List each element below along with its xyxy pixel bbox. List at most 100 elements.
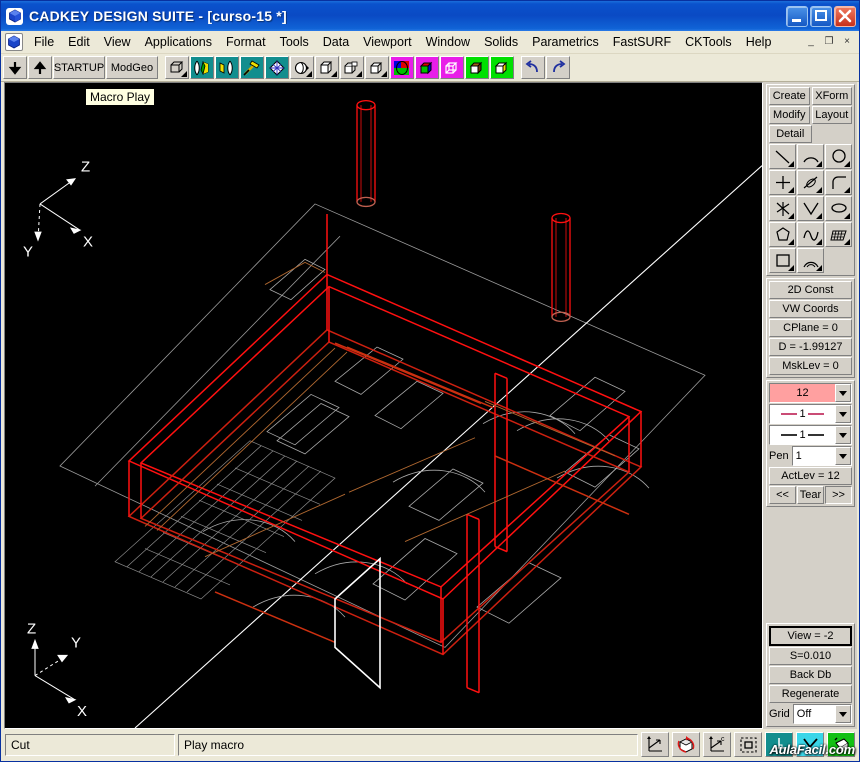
hammer-tools-button[interactable] [240,56,264,79]
undo-button[interactable] [521,56,545,79]
menu-solids[interactable]: Solids [477,32,525,52]
xform-button[interactable]: XForm [812,87,853,105]
chevron-down-icon[interactable] [835,384,851,402]
chevron-down-icon[interactable] [835,405,851,423]
fillet-tool[interactable] [797,170,824,195]
wireframe-box-button[interactable] [165,56,189,79]
detail-button[interactable]: Detail [769,125,812,143]
menu-fastsurf[interactable]: FastSURF [606,32,678,52]
status-bar: Cut Play macro [1,729,859,761]
render-box-button[interactable] [340,56,364,79]
hidden-line-solid-button[interactable] [215,56,239,79]
snap-button[interactable] [796,732,824,757]
create-button[interactable]: Create [769,87,810,105]
line-sample-icon [808,431,824,439]
iso-cube-button[interactable] [315,56,339,79]
startup-button[interactable]: STARTUP [53,56,105,79]
menu-format[interactable]: Format [219,32,273,52]
ellipse-tool[interactable] [825,196,852,221]
masklevel-button[interactable]: MskLev = 0 [769,357,852,375]
regenerate-button[interactable]: Regenerate [769,685,852,703]
line-tool[interactable] [769,144,796,169]
svg-text:X: X [77,703,87,720]
chevron-down-icon [181,71,187,77]
arc-tool[interactable] [797,144,824,169]
chevron-down-icon[interactable] [835,447,851,465]
menu-view[interactable]: View [97,32,138,52]
cplane-button[interactable]: CPlane = 0 [769,319,852,337]
grid-combo-value: Off [794,705,835,723]
close-button[interactable] [834,6,856,27]
color-combo[interactable]: 12 [769,383,852,403]
view-coords-button[interactable]: VW Coords [769,300,852,318]
active-level-button[interactable]: ActLev = 12 [769,467,852,485]
chevron-down-icon [816,161,822,167]
trim-tool[interactable] [769,196,796,221]
tear-button[interactable]: Tear [797,486,824,504]
minimize-button[interactable] [786,6,808,27]
rotate-entity-button[interactable] [672,732,700,757]
chevron-down-icon [788,239,794,245]
construction-plane-button[interactable]: c [703,732,731,757]
menu-viewport[interactable]: Viewport [356,32,418,52]
mesh-tool[interactable] [825,222,852,247]
mesh-diamond-button[interactable] [265,56,289,79]
rotate-sphere-button[interactable] [290,56,314,79]
color-combo-value: 12 [770,384,835,402]
circle-tool[interactable] [825,144,852,169]
wire-cube-button[interactable] [440,56,464,79]
menu-cktools[interactable]: CKTools [678,32,739,52]
layout-button[interactable]: Layout [812,106,853,124]
mdi-minimize-button[interactable]: _ [803,35,819,50]
menu-data[interactable]: Data [316,32,356,52]
attributes-group: 12 1 1 [766,380,855,507]
menu-window[interactable]: Window [419,32,477,52]
linewidth-combo[interactable]: 1 [769,425,852,445]
cad-drawing-area[interactable]: Z X Y Z Y X Macro Play [4,82,763,729]
scale-button[interactable]: S=0.010 [769,647,852,665]
macro-record-button[interactable] [28,56,52,79]
construction-mode-button[interactable]: 2D Const [769,281,852,299]
grid-combo[interactable]: Off [793,704,852,724]
tear-next-button[interactable]: >> [825,486,852,504]
modgeo-button[interactable]: ModGeo [106,56,158,79]
color-cube-button[interactable] [415,56,439,79]
menu-file[interactable]: File [27,32,61,52]
depth-button[interactable]: D = -1.99127 [769,338,852,356]
mdi-close-button[interactable]: × [839,35,855,50]
back-db-button[interactable]: Back Db [769,666,852,684]
menu-applications[interactable]: Applications [138,32,219,52]
conic-tool[interactable] [797,248,824,273]
modify-button[interactable]: Modify [769,106,810,124]
spline-tool[interactable] [797,222,824,247]
paint-button[interactable] [827,732,855,757]
polygon-tool[interactable] [769,222,796,247]
mdi-restore-button[interactable]: ❐ [821,35,837,50]
menu-help[interactable]: Help [739,32,779,52]
color-wheel-button[interactable] [390,56,414,79]
redo-button[interactable] [546,56,570,79]
macro-play-button[interactable] [3,56,27,79]
menu-tools[interactable]: Tools [273,32,316,52]
shaded-solid-button[interactable] [190,56,214,79]
selection-window-button[interactable] [734,732,762,757]
maximize-button[interactable] [810,6,832,27]
linetype-combo[interactable]: 1 [769,404,852,424]
shaded-cube-yellow-button[interactable] [490,56,514,79]
chevron-down-icon[interactable] [835,705,851,723]
menu-parametrics[interactable]: Parametrics [525,32,606,52]
tear-prev-button[interactable]: << [769,486,796,504]
cadkey-document-icon[interactable] [5,33,23,51]
pen-combo[interactable]: 1 [792,446,852,466]
shaded-cube-brown-button[interactable] [465,56,489,79]
dimension-button[interactable] [765,732,793,757]
chevron-down-icon[interactable] [835,426,851,444]
point-tool[interactable] [769,170,796,195]
shade-cube-button[interactable] [365,56,389,79]
corner-tool[interactable] [825,170,852,195]
coordinate-display-button[interactable] [641,732,669,757]
menu-edit[interactable]: Edit [61,32,97,52]
view-button[interactable]: View = -2 [769,626,852,646]
polyline-tool[interactable] [797,196,824,221]
rectangle-tool[interactable] [769,248,796,273]
